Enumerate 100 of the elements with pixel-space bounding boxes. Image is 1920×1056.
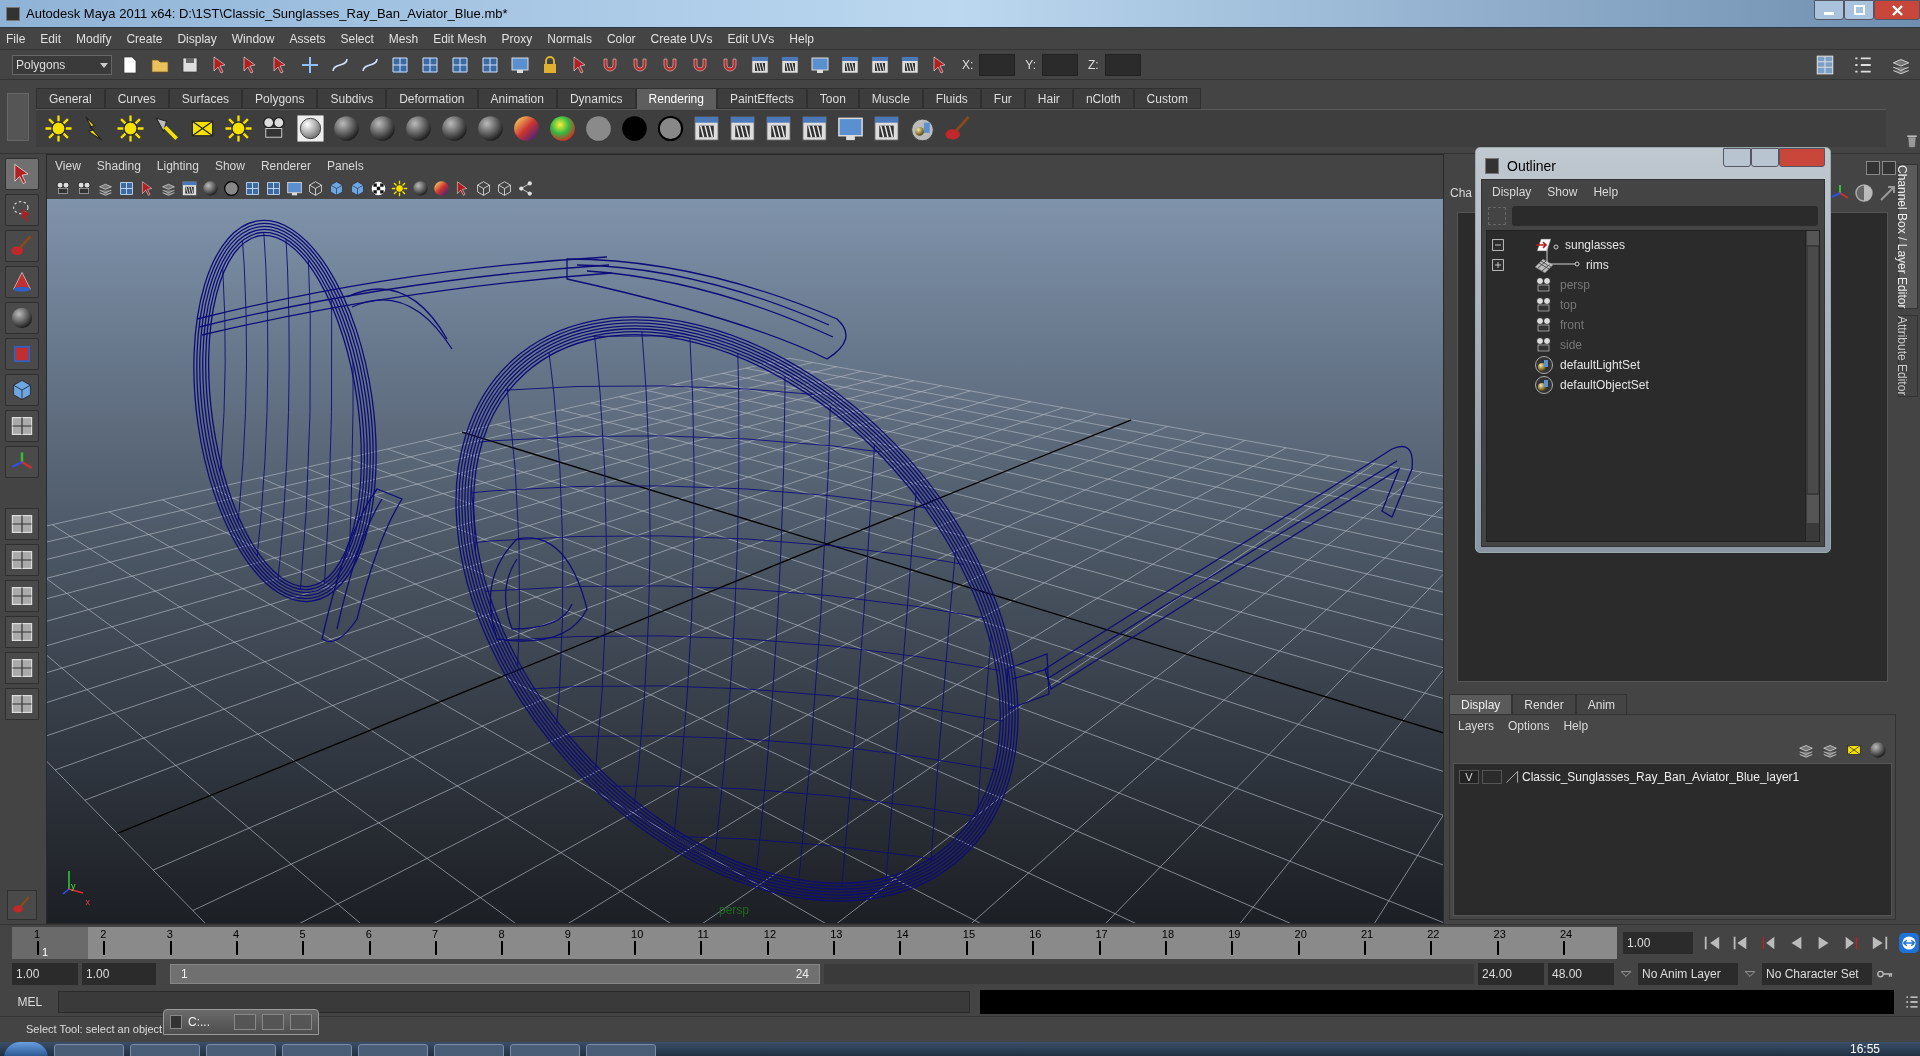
menu-item[interactable]: Layers [1458, 717, 1495, 735]
disc-icon[interactable] [656, 114, 685, 143]
sun-icon[interactable] [224, 114, 253, 143]
node-graph-icon[interactable] [517, 179, 534, 197]
grid-icon[interactable] [118, 179, 135, 197]
layout-button[interactable] [5, 508, 39, 540]
clapperboard-icon[interactable] [750, 54, 770, 75]
shelf-tab[interactable]: Animation [477, 88, 557, 109]
grid-icon[interactable] [265, 179, 282, 197]
outliner-item[interactable]: rims [1586, 256, 1609, 274]
menu-item[interactable]: Help [789, 29, 814, 48]
close-button[interactable] [1874, 0, 1920, 20]
sphere-icon[interactable] [202, 179, 219, 197]
cube-icon[interactable] [328, 179, 345, 197]
shelf-tab[interactable]: General [36, 88, 105, 109]
menu-item[interactable]: Lighting [156, 157, 199, 175]
shelf-tab[interactable]: Polygons [242, 88, 318, 109]
anim-layer-field[interactable]: No Anim Layer [1638, 963, 1738, 985]
menu-item[interactable]: Show [214, 157, 245, 175]
grid-icon[interactable] [390, 54, 410, 75]
sphere-icon[interactable] [296, 114, 325, 143]
clapperboard-icon[interactable] [692, 114, 721, 143]
sphere-icon[interactable] [1869, 741, 1887, 759]
shelf-tab[interactable]: Curves [104, 88, 169, 109]
layout-button[interactable] [5, 688, 39, 720]
coordinate-field[interactable] [1104, 53, 1141, 76]
camera-icon[interactable] [55, 179, 72, 197]
arrow-icon[interactable] [1878, 183, 1898, 203]
shelf-tab[interactable]: Deformation [386, 88, 478, 109]
current-time-field[interactable]: 1.00 [1623, 931, 1693, 954]
clapperboard-icon[interactable] [800, 114, 829, 143]
table-icon[interactable] [1814, 53, 1836, 76]
menu-item[interactable]: Edit [40, 29, 62, 48]
layout-button[interactable] [5, 544, 39, 576]
menu-item[interactable]: Renderer [260, 157, 311, 175]
menu-item[interactable]: Help [1593, 183, 1619, 201]
layer-editor-tab[interactable]: Render [1512, 694, 1576, 714]
outliner-item[interactable]: defaultLightSet [1560, 356, 1641, 374]
list-icon[interactable] [1904, 994, 1920, 1010]
character-set-field[interactable]: No Character Set [1762, 963, 1872, 985]
grid-icon[interactable] [244, 179, 261, 197]
grid-icon[interactable] [450, 54, 470, 75]
monitor-icon[interactable] [286, 179, 303, 197]
sunglasses-wireframe-drawing[interactable] [193, 220, 1413, 902]
document-icon[interactable] [120, 54, 140, 75]
template-toggle[interactable] [1482, 770, 1502, 784]
menu-item[interactable]: Edit UVs [727, 29, 775, 48]
start-time-field[interactable]: 1.00 [12, 963, 78, 985]
half-circle-icon[interactable] [1854, 183, 1874, 203]
disc-icon[interactable] [223, 179, 240, 197]
sun-icon[interactable] [44, 114, 73, 143]
checker-icon[interactable] [370, 179, 387, 197]
shelf-tab[interactable]: nCloth [1072, 88, 1134, 109]
sphere-icon[interactable] [433, 179, 450, 197]
clapperboard-icon[interactable] [900, 54, 920, 75]
clapperboard-icon[interactable] [780, 54, 800, 75]
command-language-label[interactable]: MEL [12, 993, 48, 1011]
menu-item[interactable]: Modify [76, 29, 112, 48]
outliner-item[interactable]: sunglasses [1565, 236, 1626, 254]
clapperboard-icon[interactable] [870, 54, 890, 75]
monitor-icon[interactable] [510, 54, 530, 75]
coordinate-field[interactable] [1042, 53, 1079, 76]
shelf-tab[interactable]: Fur [980, 88, 1025, 109]
menu-item[interactable]: View [55, 157, 81, 175]
float-button[interactable] [1866, 161, 1880, 175]
shelf-tab[interactable]: Fluids [922, 88, 981, 109]
sun-icon[interactable] [391, 179, 408, 197]
sphere-icon[interactable] [512, 114, 541, 143]
sphere-icon[interactable] [332, 114, 361, 143]
spotlight-icon[interactable] [152, 114, 181, 143]
menu-item[interactable]: Help [1563, 717, 1589, 735]
minimize-button[interactable] [1814, 0, 1844, 20]
minimize-button[interactable] [1723, 148, 1751, 167]
trash-icon[interactable] [1904, 133, 1920, 149]
visibility-toggle[interactable]: V [1459, 770, 1479, 784]
grid-icon[interactable] [420, 54, 440, 75]
outliner-item[interactable]: defaultObjectSet [1560, 376, 1649, 394]
shelf-tab[interactable]: Surfaces [168, 88, 243, 109]
menu-item[interactable]: Mesh [388, 29, 419, 48]
grid-icon[interactable] [480, 54, 500, 75]
mode-dropdown[interactable]: Polygons [12, 54, 112, 75]
expander-icon[interactable] [1492, 239, 1504, 251]
color-swatch-icon[interactable] [1505, 770, 1519, 784]
shelf-tab[interactable]: Toon [806, 88, 859, 109]
menu-item[interactable]: Display [177, 29, 217, 48]
wire-cube-icon[interactable] [496, 179, 513, 197]
filter-field[interactable] [1512, 206, 1818, 226]
3d-viewport[interactable]: y x persp [47, 199, 1443, 923]
sphere-icon[interactable] [368, 114, 397, 143]
menu-item[interactable]: Panels [326, 157, 364, 175]
cross-arrows-icon[interactable] [300, 54, 320, 75]
shelf-tab[interactable]: Dynamics [556, 88, 636, 109]
sun-icon[interactable] [116, 114, 145, 143]
shelf-tab[interactable]: Rendering [635, 88, 717, 109]
channel-box-tab[interactable]: Cha [1450, 184, 1472, 202]
tool-button[interactable] [5, 302, 39, 334]
expander-icon[interactable] [1492, 259, 1504, 271]
menu-item[interactable]: Window [231, 29, 275, 48]
clapperboard-icon[interactable] [728, 114, 757, 143]
shelf-tab[interactable]: Hair [1024, 88, 1073, 109]
